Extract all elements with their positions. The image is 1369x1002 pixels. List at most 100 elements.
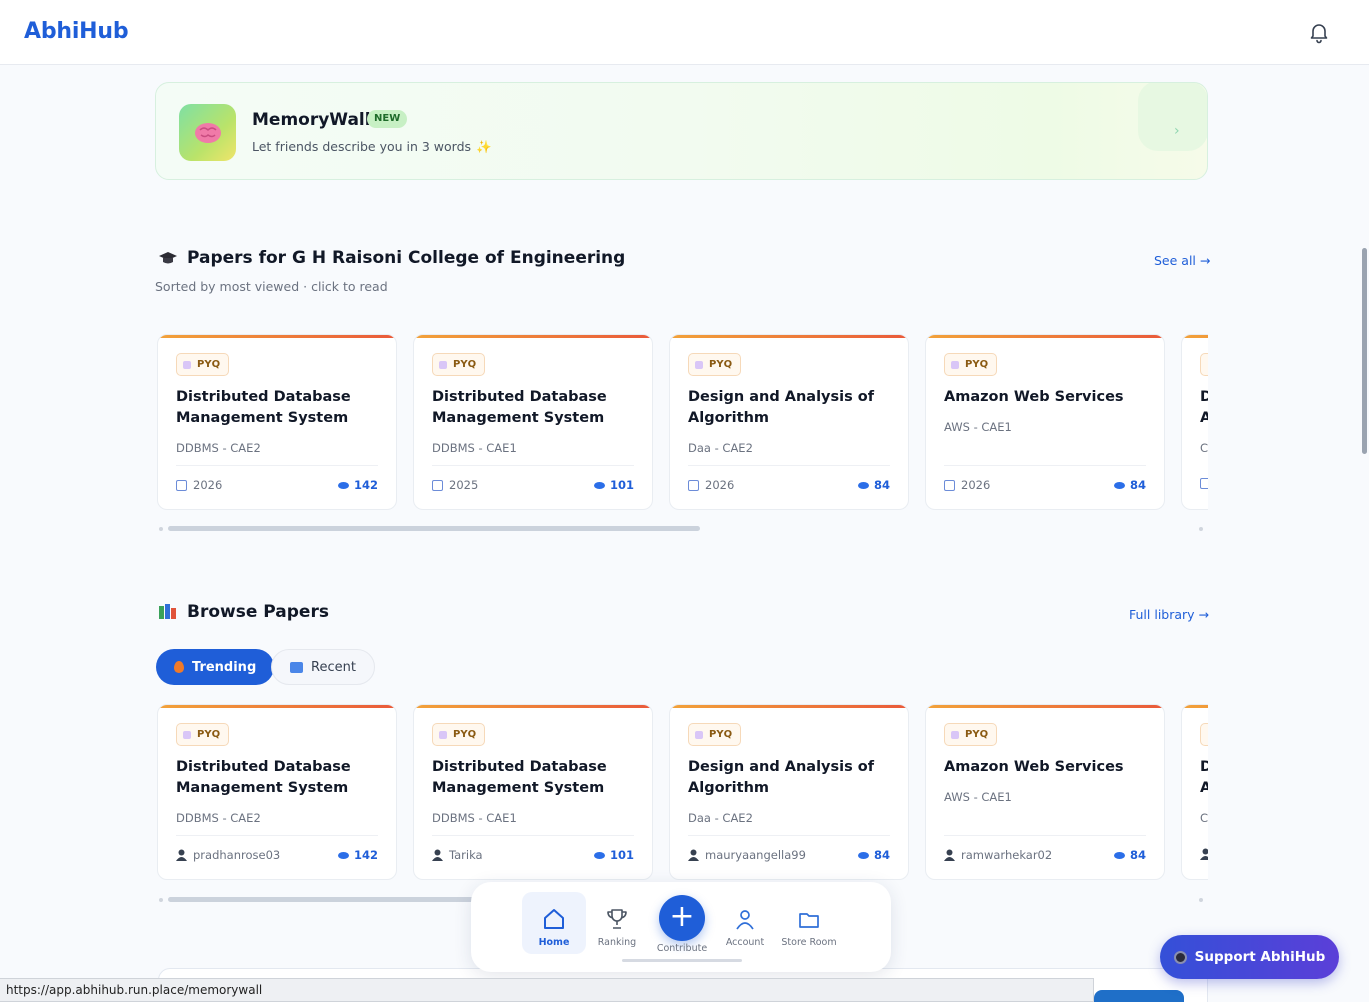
divider [432, 835, 634, 836]
paper-title: Distributed Database Management System [176, 759, 351, 796]
next-section-button[interactable] [1094, 990, 1184, 1002]
divider [176, 465, 378, 466]
paper-card[interactable]: PYQ Distributed Database Management Syst… [413, 704, 653, 880]
calendar-icon [688, 479, 699, 491]
paper-year: 2025 [432, 478, 478, 492]
user-icon [176, 849, 187, 861]
eye-icon [593, 851, 605, 859]
paper-title: Design and Analysis of Algorithm [688, 759, 875, 796]
sparkle-icon: ✨ [476, 139, 492, 154]
pyq-tag: PYQ [688, 723, 742, 746]
papers-card-row: PYQ Distributed Database Management Syst… [155, 334, 1208, 514]
paper-card[interactable]: PYQ Distributed Database Management Syst… [157, 334, 397, 510]
paper-card-partial[interactable]: D A C [1181, 334, 1208, 510]
paper-views: 84 [857, 478, 890, 492]
papers-section-title: Papers for G H Raisoni College of Engine… [158, 248, 625, 268]
pyq-tag [1200, 353, 1208, 376]
paper-card[interactable]: PYQ Distributed Database Management Syst… [157, 704, 397, 880]
tab-recent[interactable]: Recent [271, 649, 375, 685]
vertical-scrollbar[interactable] [1362, 248, 1367, 454]
memorywall-title: MemoryWall [252, 110, 371, 130]
new-icon [290, 661, 303, 673]
decorative-blob [1138, 83, 1207, 151]
coffee-icon [1173, 950, 1187, 964]
pyq-tag: PYQ [432, 353, 486, 376]
paper-code: DDBMS - CAE2 [176, 441, 261, 455]
nav-ranking[interactable]: Ranking [585, 892, 649, 954]
bottom-nav: Home Ranking + Contribute Account Store … [471, 882, 891, 972]
divider [688, 835, 890, 836]
paper-uploader: Tarika [432, 848, 483, 862]
books-icon [159, 604, 176, 619]
pyq-tag: PYQ [944, 723, 998, 746]
full-library-link[interactable]: Full library → [1129, 607, 1209, 622]
eye-icon [337, 481, 349, 489]
pyq-tag: PYQ [432, 723, 486, 746]
graduation-cap-icon [159, 252, 177, 264]
paper-code: Daa - CAE2 [688, 811, 753, 825]
paper-year: 2026 [176, 478, 222, 492]
tab-trending[interactable]: Trending [156, 649, 275, 685]
chevron-right-icon: › [1174, 123, 1180, 139]
pyq-tag: PYQ [688, 353, 742, 376]
brand-logo[interactable]: AbhiHub [24, 19, 129, 44]
nav-home[interactable]: Home [522, 892, 586, 954]
memorywall-banner[interactable]: MemoryWall NEW Let friends describe you … [155, 82, 1208, 180]
folder-icon [799, 913, 819, 928]
paper-card[interactable]: PYQ Design and Analysis of Algorithm Daa… [669, 704, 909, 880]
nav-account[interactable]: Account [713, 892, 777, 954]
eye-icon [337, 851, 349, 859]
user-icon [944, 849, 955, 861]
divider [688, 465, 890, 466]
paper-views: 142 [337, 478, 378, 492]
calendar-icon [944, 479, 955, 491]
paper-card[interactable]: PYQ Distributed Database Management Syst… [413, 334, 653, 510]
paper-code: AWS - CAE1 [944, 790, 1012, 804]
paper-title: D A [1200, 757, 1208, 799]
fire-icon [174, 661, 184, 673]
paper-card-partial[interactable]: D A C [1181, 704, 1208, 880]
eye-icon [857, 851, 869, 859]
eye-icon [1113, 481, 1125, 489]
horizontal-scrollbar[interactable] [168, 897, 478, 902]
paper-code: AWS - CAE1 [944, 420, 1012, 434]
browse-card-row: PYQ Distributed Database Management Syst… [155, 704, 1208, 884]
paper-card[interactable]: PYQ Design and Analysis of Algorithm Daa… [669, 334, 909, 510]
home-icon [544, 909, 564, 929]
nav-contribute-label[interactable]: Contribute [647, 943, 717, 954]
scroll-right-dot [1199, 898, 1203, 902]
pyq-tag [1200, 723, 1208, 746]
horizontal-scrollbar[interactable] [168, 526, 700, 531]
pyq-tag: PYQ [176, 723, 230, 746]
paper-uploader: pradhanrose03 [176, 848, 280, 862]
paper-uploader: mauryaangella99 [688, 848, 806, 862]
bell-icon[interactable] [1307, 20, 1331, 44]
paper-title: D A [1200, 387, 1208, 429]
new-badge: NEW [367, 110, 408, 128]
see-all-link[interactable]: See all → [1154, 253, 1210, 268]
calendar-icon [1200, 478, 1208, 489]
paper-title: Amazon Web Services [944, 759, 1124, 775]
paper-code: Daa - CAE2 [688, 441, 753, 455]
paper-views: 84 [857, 848, 890, 862]
paper-views: 101 [593, 848, 634, 862]
paper-card[interactable]: PYQ Amazon Web Services AWS - CAE1 ramwa… [925, 704, 1165, 880]
paper-code: DDBMS - CAE1 [432, 811, 517, 825]
paper-title: Distributed Database Management System [432, 759, 607, 796]
brain-icon [179, 104, 236, 161]
calendar-icon [432, 479, 443, 491]
paper-code: DDBMS - CAE2 [176, 811, 261, 825]
pyq-tag: PYQ [944, 353, 998, 376]
top-bar: AbhiHub [0, 0, 1369, 65]
user-icon [1200, 848, 1208, 860]
paper-year: 2026 [944, 478, 990, 492]
paper-year: 2026 [688, 478, 734, 492]
user-icon [432, 849, 443, 861]
paper-year [1200, 478, 1208, 489]
divider [176, 835, 378, 836]
paper-card[interactable]: PYQ Amazon Web Services AWS - CAE1 2026 … [925, 334, 1165, 510]
support-button[interactable]: Support AbhiHub [1160, 935, 1339, 979]
divider [432, 465, 634, 466]
contribute-plus-button[interactable]: + [659, 895, 705, 941]
nav-store-room[interactable]: Store Room [777, 892, 841, 954]
